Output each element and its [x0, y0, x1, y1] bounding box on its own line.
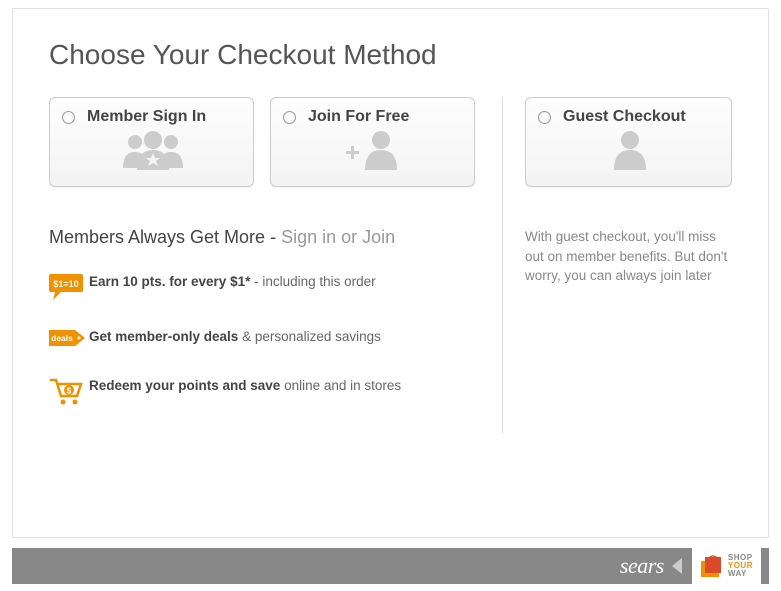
deals-tag-icon: deals [49, 327, 89, 354]
option-guest-checkout[interactable]: Guest Checkout [525, 97, 732, 187]
member-option-row: Member Sign In [49, 97, 478, 187]
benefit-deals-text: Get member-only deals & personalized sav… [89, 327, 381, 344]
svg-text:deals: deals [51, 333, 73, 343]
chevron-left-icon [672, 558, 682, 574]
svg-text:$: $ [67, 387, 72, 396]
col-member-options: Member Sign In [49, 97, 502, 433]
col-guest: Guest Checkout With guest checkout, you'… [502, 97, 732, 433]
guest-note: With guest checkout, you'll miss out on … [525, 227, 732, 286]
radio-member-signin[interactable] [62, 111, 75, 124]
checkout-panel: Choose Your Checkout Method Member Sign … [12, 8, 769, 538]
option-member-signin[interactable]: Member Sign In [49, 97, 254, 187]
subhead-strong: Members Always Get More [49, 227, 265, 247]
option-guest-label: Guest Checkout [563, 108, 686, 126]
svg-text:$1=10: $1=10 [53, 279, 78, 289]
option-join-free[interactable]: Join For Free [270, 97, 475, 187]
benefit-redeem-text: Redeem your points and save online and i… [89, 376, 401, 393]
syw-line3: WAY [728, 570, 753, 578]
members-subhead: Members Always Get More - Sign in or Joi… [49, 227, 478, 248]
cart-icon: $ [49, 376, 89, 411]
badge-1to10-icon: $1=10 [49, 272, 89, 305]
page-title: Choose Your Checkout Method [49, 39, 732, 71]
benefit-redeem: $ Redeem your points and save online and… [49, 376, 478, 411]
shopping-bag-icon [700, 554, 722, 578]
subhead-light: Sign in or Join [281, 227, 395, 247]
columns: Member Sign In [49, 97, 732, 433]
benefit-earn-points: $1=10 Earn 10 pts. for every $1* - inclu… [49, 272, 478, 305]
footer-bar: sears SHOP YOUR WAY [12, 548, 769, 584]
benefit-earn-text: Earn 10 pts. for every $1* - including t… [89, 272, 376, 289]
sears-logo: sears [620, 553, 664, 579]
shop-your-way-badge: SHOP YOUR WAY [692, 548, 761, 584]
radio-guest-checkout[interactable] [538, 111, 551, 124]
subhead-dash: - [265, 227, 281, 247]
person-icon [605, 128, 655, 177]
group-people-icon [113, 128, 193, 177]
option-join-free-label: Join For Free [308, 108, 409, 126]
add-person-icon [339, 128, 409, 177]
radio-join-free[interactable] [283, 111, 296, 124]
benefit-deals: deals Get member-only deals & personaliz… [49, 327, 478, 354]
option-member-signin-label: Member Sign In [87, 108, 206, 126]
